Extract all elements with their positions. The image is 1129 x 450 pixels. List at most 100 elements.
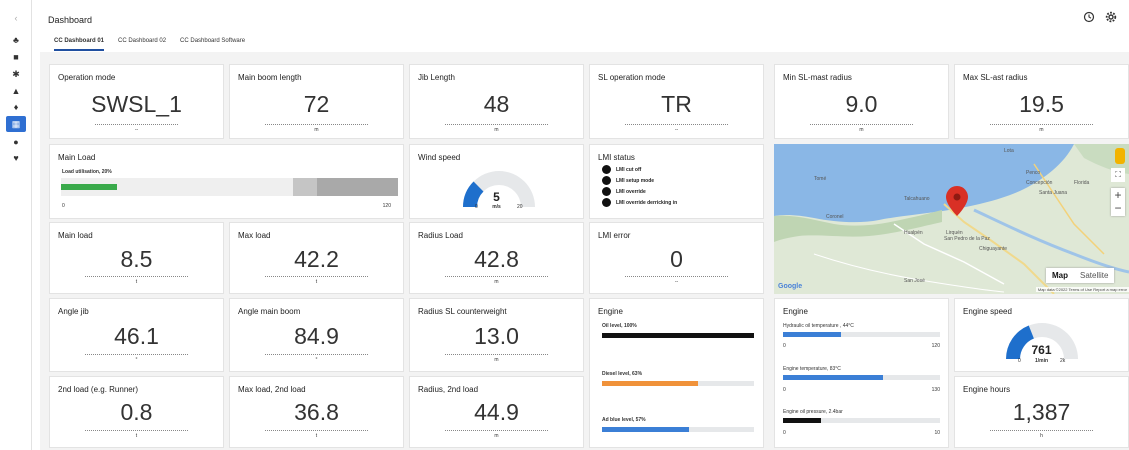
scale-max: 130: [931, 387, 940, 393]
value-divider: [95, 124, 178, 125]
collapse-chevron-icon[interactable]: ‹: [6, 12, 26, 24]
zoom-in-icon[interactable]: +: [1111, 188, 1125, 202]
header: Dashboard CC Dashboard 01 CC Dashboard 0…: [32, 0, 1129, 52]
card-title: Engine: [598, 307, 623, 316]
location-map[interactable]: Lota Penco Concepción Santa Juana Florid…: [774, 144, 1129, 294]
map-label: Hualpén: [904, 230, 923, 236]
value-divider: [445, 276, 548, 277]
value-divider: [445, 430, 548, 431]
max-load-card: Max load 42.2 t: [229, 222, 404, 294]
lmi-status-item: LMI cut off: [602, 164, 677, 175]
load-critical-zone: [317, 178, 398, 196]
card-value: 1,387: [1012, 399, 1071, 425]
asterisk-icon[interactable]: ✱: [6, 68, 26, 80]
main-load-card: Main Load Load utilisation, 20% 0 120: [49, 144, 404, 219]
card-value: 48: [483, 91, 510, 117]
map-label: Talcahuano: [904, 196, 930, 202]
map-label: San José: [904, 278, 925, 284]
network-icon[interactable]: ♣: [6, 34, 26, 46]
tab-cc-dashboard-software[interactable]: CC Dashboard Software: [180, 38, 245, 51]
gear-icon[interactable]: [1105, 11, 1117, 26]
gauge-max: 20: [517, 204, 523, 210]
radius-load-card: Radius Load 42.8 m: [409, 222, 584, 294]
value-divider: [85, 354, 188, 355]
hydraulic-oil-temp-bar: [783, 332, 940, 337]
lmi-error-card: LMI error 0 --: [589, 222, 764, 294]
engine-oil-pressure-label: Engine oil pressure, 2.4bar: [783, 409, 843, 415]
map-label: Santa Juana: [1039, 190, 1068, 196]
diesel-level-label: Diesel level, 63%: [602, 371, 643, 377]
card-unit: t: [135, 433, 138, 439]
load-utilisation-fill: [61, 184, 118, 190]
scale-max: 120: [931, 343, 940, 349]
card-unit: m: [494, 127, 499, 133]
gauge-max: 2k: [1060, 358, 1066, 364]
card-value: 46.1: [114, 323, 159, 349]
card-value: 42.8: [474, 246, 519, 272]
card-title: Engine hours: [963, 385, 1011, 394]
map-type-satellite-button[interactable]: Satellite: [1074, 268, 1114, 283]
location-icon[interactable]: ♦: [6, 101, 26, 113]
map-type-map-button[interactable]: Map: [1046, 268, 1074, 283]
card-value: 44.9: [474, 399, 519, 425]
zoom-out-icon[interactable]: −: [1111, 202, 1125, 216]
scale-min: 0: [783, 387, 786, 393]
load-warning-zone: [293, 178, 317, 196]
tab-cc-dashboard-02[interactable]: CC Dashboard 02: [118, 38, 166, 51]
wind-value: 5: [493, 190, 500, 204]
hydraulic-oil-temp-label: Hydraulic oil temperature , 44°C: [783, 323, 854, 329]
card-value: 9.0: [845, 91, 878, 117]
map-label: San Pedro de la Paz: [944, 236, 990, 242]
lmi-status-list: LMI cut off LMI setup mode LMI override …: [602, 164, 677, 208]
bell-icon[interactable]: ▲: [6, 85, 26, 97]
engine-temp-label: Engine temperature, 83°C: [783, 366, 841, 372]
radius-sl-counterweight-card: Radius SL counterweight 13.0 m: [409, 298, 584, 372]
status-dot-icon: [602, 165, 611, 174]
card-value: 42.2: [294, 246, 339, 272]
value-divider: [85, 276, 188, 277]
diesel-level-fill: [602, 381, 698, 386]
value-divider: [85, 430, 188, 431]
card-title: Wind speed: [418, 153, 461, 162]
map-attribution: Map data ©2022 Terms of Use Report a map…: [1035, 287, 1129, 292]
status-dot-icon: [602, 187, 611, 196]
wind-speed-card: Wind speed 5 m/s 0 20: [409, 144, 584, 219]
gauge-min: 0: [475, 204, 478, 210]
fullscreen-icon[interactable]: ⛶: [1111, 168, 1125, 182]
lmi-status-card: LMI status LMI cut off LMI setup mode LM…: [589, 144, 764, 219]
map-label: Chiguayante: [979, 246, 1008, 252]
status-dot-icon: [602, 176, 611, 185]
card-title: Max load: [238, 231, 271, 240]
card-value: 0.8: [120, 399, 153, 425]
value-divider: [445, 354, 548, 355]
gauge-min: 0: [1018, 358, 1021, 364]
street-view-pegman-icon[interactable]: [1115, 148, 1125, 164]
max-load-second-load-card: Max load, 2nd load 36.8 t: [229, 376, 404, 448]
tab-cc-dashboard-01[interactable]: CC Dashboard 01: [54, 38, 105, 51]
globe-icon[interactable]: ●: [6, 136, 26, 148]
grid-icon[interactable]: ■: [6, 51, 26, 63]
lmi-status-item: LMI override: [602, 186, 677, 197]
adblue-level-fill: [602, 427, 689, 432]
card-unit: --: [134, 127, 139, 133]
map-label: Penco: [1026, 170, 1041, 176]
card-value: 13.0: [474, 323, 519, 349]
card-value: SWSL_1: [91, 91, 182, 117]
card-unit: °: [135, 357, 138, 363]
map-label: Concepción: [1026, 180, 1053, 186]
sidebar: ‹ ♣ ■ ✱ ▲ ♦ ▦ ● ♥: [0, 0, 32, 450]
oil-level-label: Oil level, 100%: [602, 323, 637, 329]
status-dot-icon: [602, 198, 611, 207]
shield-icon[interactable]: ♥: [6, 152, 26, 164]
zoom-control: + −: [1111, 188, 1125, 216]
engine-speed-card: Engine speed 761 1/min 0 2k: [954, 298, 1129, 372]
card-unit: t: [315, 433, 318, 439]
map-label: Coronel: [826, 214, 844, 220]
map-label: Tomé: [814, 176, 827, 182]
dashboard-icon[interactable]: ▦: [6, 116, 26, 132]
history-icon[interactable]: [1083, 11, 1095, 26]
value-divider: [625, 276, 728, 277]
value-divider: [265, 124, 368, 125]
map-label: Lirquén: [946, 230, 963, 236]
oil-level-fill: [602, 333, 754, 338]
